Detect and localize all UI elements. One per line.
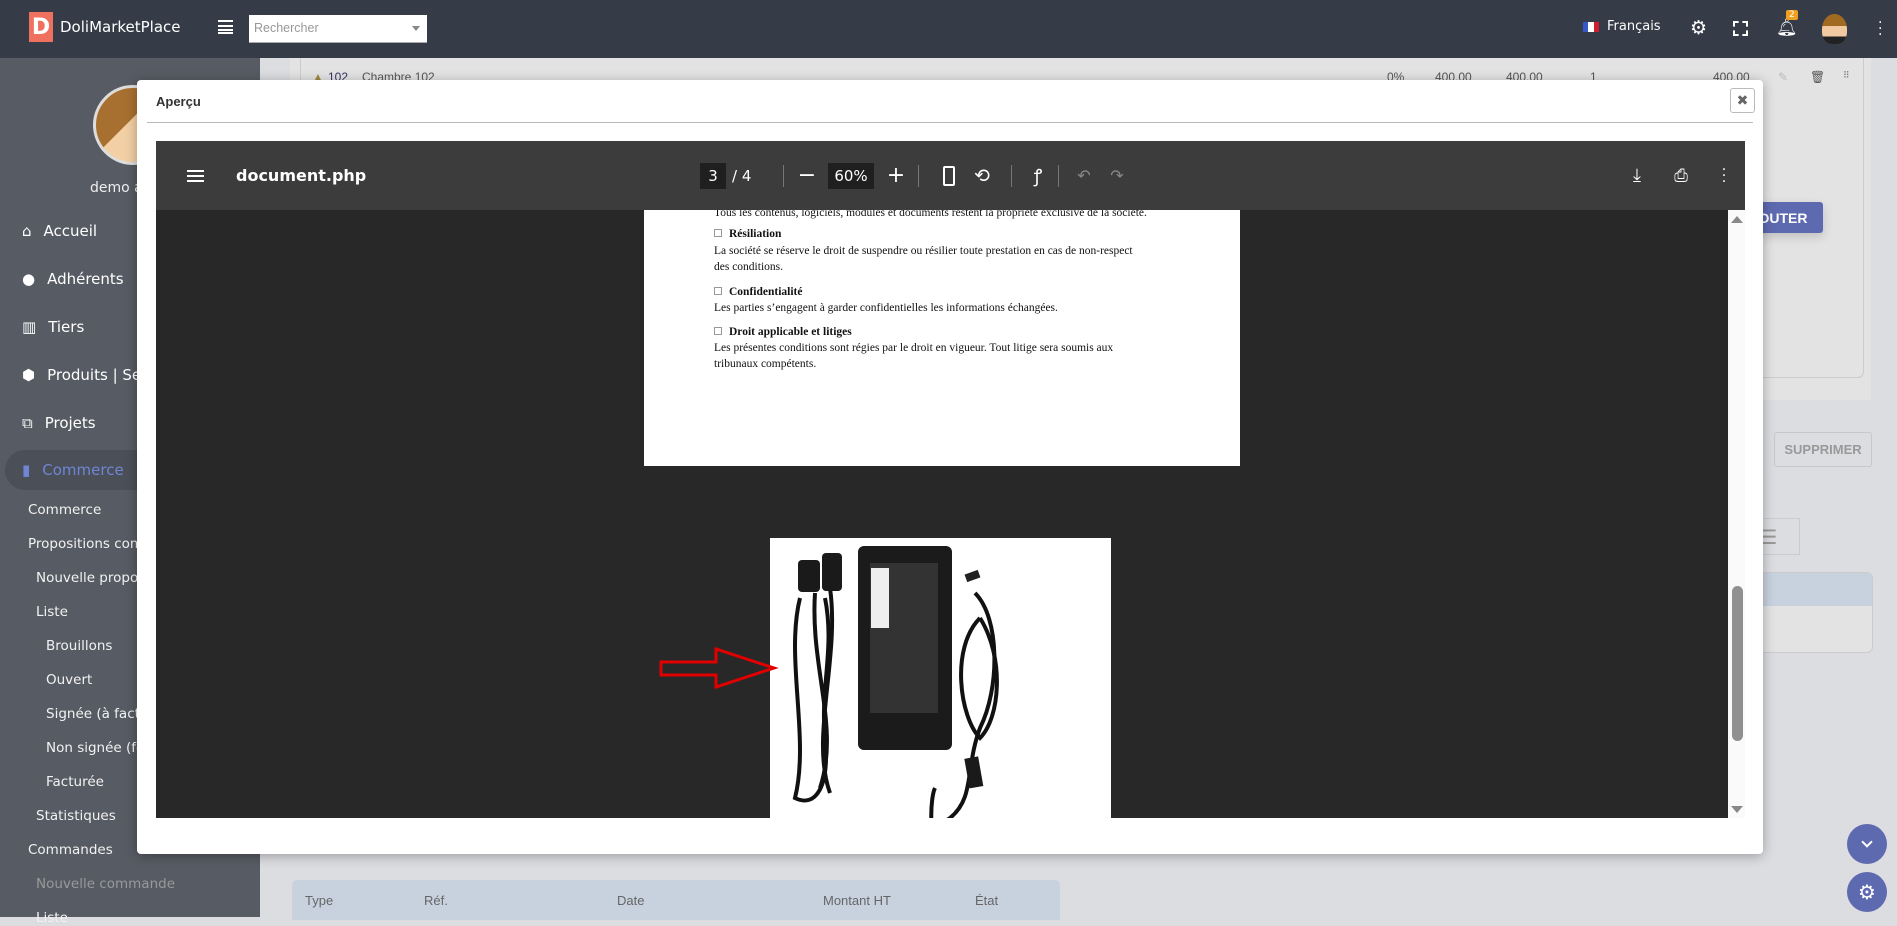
red-arrow-annotation <box>659 646 779 690</box>
sidebar-item-label: Commerce <box>42 461 124 479</box>
zoom-out-button[interactable]: − <box>796 141 818 210</box>
column-header-etat[interactable]: État <box>975 893 998 908</box>
gear-icon: ⚙ <box>1858 880 1876 904</box>
briefcase-icon: ▮ <box>22 461 31 479</box>
user-avatar[interactable] <box>1822 14 1847 44</box>
fit-page-icon[interactable] <box>939 141 959 210</box>
sidebar-item-projets[interactable]: ⧉ Projets <box>22 414 96 432</box>
chevron-down-icon <box>412 26 420 31</box>
checkbox-bullet-icon <box>714 287 722 295</box>
sidebar-item-accueil[interactable]: ⌂ Accueil <box>22 222 97 240</box>
print-icon[interactable]: ⎙ <box>1669 141 1693 210</box>
delete-button[interactable]: SUPPRIMER <box>1774 432 1872 467</box>
sidebar-item-adherents[interactable]: ● Adhérents <box>22 270 124 288</box>
sidebar-item-label: Adhérents <box>47 270 124 288</box>
edit-pencil-icon[interactable]: ✎ <box>1778 70 1788 84</box>
scroll-up-arrow-icon[interactable] <box>1731 216 1743 223</box>
redo-icon[interactable]: ↷ <box>1106 141 1128 210</box>
section-heading: Confidentialité <box>714 286 802 298</box>
sitemap-icon: ⧉ <box>22 414 33 432</box>
app-logo[interactable]: D <box>29 12 53 42</box>
app-name[interactable]: DoliMarketPlace <box>60 18 181 36</box>
sidebar-item-label: Tiers <box>48 318 85 336</box>
column-header-date[interactable]: Date <box>617 893 644 908</box>
pdf-page-4-product-image <box>770 538 1111 818</box>
submenu-statistiques[interactable]: Statistiques <box>36 808 116 824</box>
scroll-down-arrow-icon[interactable] <box>1731 806 1743 813</box>
submenu-brouillons[interactable]: Brouillons <box>46 638 112 654</box>
submenu-liste[interactable]: Liste <box>36 604 68 620</box>
page-text-line: Les parties s’engagent à garder confiden… <box>714 302 1058 314</box>
language-selector[interactable]: Français <box>1583 19 1661 34</box>
submenu-commandes[interactable]: Commandes <box>28 842 113 858</box>
section-heading: Droit applicable et litiges <box>714 326 852 338</box>
modal-title: Aperçu <box>156 94 201 109</box>
scrollbar-thumb[interactable] <box>1732 586 1743 741</box>
sidebar-item-label: Accueil <box>43 222 98 240</box>
toolbar-divider <box>1011 165 1012 187</box>
preview-modal: Aperçu ✖ document.php 3 / 4 − 60% + ⟲ ꝭ … <box>137 80 1763 854</box>
section-heading: Résiliation <box>714 228 781 240</box>
flag-fr-icon <box>1583 21 1599 32</box>
settings-gear-icon[interactable]: ⚙ <box>1690 18 1707 38</box>
undo-icon[interactable]: ↶ <box>1073 141 1095 210</box>
fullscreen-icon[interactable] <box>1733 21 1748 36</box>
toolbar-divider <box>1058 165 1059 187</box>
notification-badge: 2 <box>1786 10 1798 20</box>
menu-toggle-icon[interactable] <box>218 20 233 34</box>
toolbar-divider <box>918 165 919 187</box>
more-vertical-icon[interactable]: · · · <box>1878 16 1882 42</box>
chevron-down-icon <box>1861 836 1873 848</box>
sidebar-item-tiers[interactable]: ▥ Tiers <box>22 318 84 336</box>
close-icon: ✖ <box>1736 92 1749 109</box>
building-icon: ▥ <box>22 318 37 336</box>
cube-icon: ⬢ <box>22 366 36 384</box>
settings-fab-button[interactable]: ⚙ <box>1847 872 1887 912</box>
pdf-viewer[interactable]: document.php 3 / 4 − 60% + ⟲ ꝭ ↶ ↷ ⤓ ⎙ ·… <box>156 141 1745 818</box>
pdf-menu-icon[interactable] <box>180 141 210 210</box>
home-icon: ⌂ <box>22 222 32 240</box>
rotate-icon[interactable]: ⟲ <box>970 141 994 210</box>
pdf-scrollbar[interactable] <box>1728 210 1745 818</box>
sidebar-item-label: Projets <box>44 414 96 432</box>
checkbox-bullet-icon <box>714 229 722 237</box>
column-header-type[interactable]: Type <box>305 893 333 908</box>
scroll-down-button[interactable] <box>1847 824 1887 864</box>
search-placeholder: Rechercher <box>254 21 319 35</box>
sidebar-item-commerce[interactable]: ▮ Commerce <box>22 461 124 479</box>
modal-header-divider <box>147 122 1753 123</box>
download-icon[interactable]: ⤓ <box>1626 141 1648 210</box>
submenu-commandes-liste[interactable]: Liste <box>36 910 68 926</box>
checkbox-bullet-icon <box>714 327 722 335</box>
documents-table-header: Type Réf. Date Montant HT État <box>292 880 1060 920</box>
drag-grip-icon[interactable]: ⠿ <box>1843 70 1850 81</box>
submenu-ouvert[interactable]: Ouvert <box>46 672 92 688</box>
page-text-line: La société se réserve le droit de suspen… <box>714 245 1133 257</box>
page-total: / 4 <box>732 166 752 185</box>
draw-signature-icon[interactable]: ꝭ <box>1026 141 1050 210</box>
submenu-commerce[interactable]: Commerce <box>28 502 101 518</box>
trash-icon[interactable]: 🗑︎ <box>1810 70 1825 84</box>
page-text-line: Les présentes conditions sont régies par… <box>714 342 1114 354</box>
pdf-filename: document.php <box>236 166 367 185</box>
zoom-in-button[interactable]: + <box>885 141 907 210</box>
pdf-toolbar: document.php 3 / 4 − 60% + ⟲ ꝭ ↶ ↷ ⤓ ⎙ ·… <box>156 141 1745 210</box>
search-select[interactable]: Rechercher <box>249 15 427 43</box>
close-button[interactable]: ✖ <box>1730 88 1755 113</box>
power-adapter-image <box>792 546 999 818</box>
page-text-line: des conditions. <box>714 261 783 273</box>
notifications-bell-icon[interactable]: 🔔︎ 2 <box>1776 10 1798 38</box>
column-header-montant[interactable]: Montant HT <box>823 893 891 908</box>
submenu-nouvelle-commande[interactable]: Nouvelle commande <box>36 876 175 892</box>
user-icon: ● <box>22 270 36 288</box>
language-label: Français <box>1607 19 1661 34</box>
submenu-facturee[interactable]: Facturée <box>46 774 104 790</box>
top-navbar: D DoliMarketPlace Rechercher Français ⚙ … <box>0 0 1897 58</box>
page-number-input[interactable]: 3 <box>700 163 726 189</box>
pdf-more-icon[interactable]: · · · <box>1716 141 1732 210</box>
zoom-level-input[interactable]: 60% <box>828 163 874 189</box>
toolbar-divider <box>783 165 784 187</box>
column-header-ref[interactable]: Réf. <box>424 893 448 908</box>
page-text-line: tribunaux compétents. <box>714 358 817 370</box>
